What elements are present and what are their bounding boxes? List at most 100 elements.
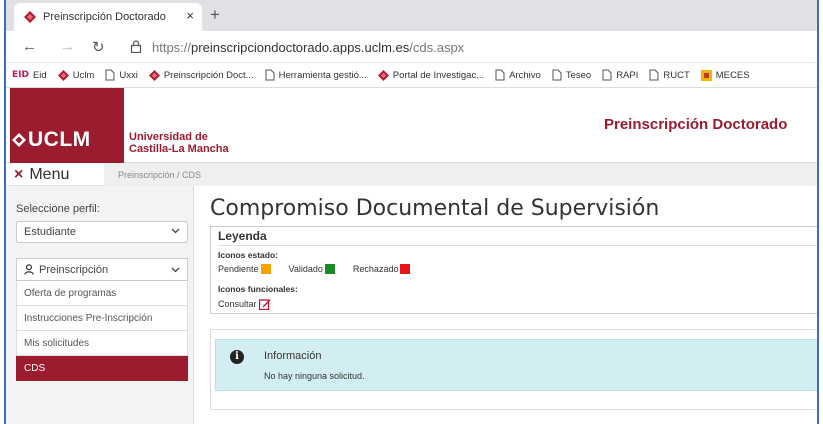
sidebar-item-oferta-programas[interactable]: Oferta de programas — [16, 281, 188, 306]
menu-label: Menu — [29, 165, 70, 183]
estado-pendiente: Pendiente — [218, 264, 271, 274]
edit-icon — [258, 299, 271, 310]
info-panel: i Información No hay ninguna solicitud. — [210, 329, 817, 410]
info-title: Información — [264, 350, 322, 362]
legend-title: Leyenda — [218, 229, 267, 243]
bookmark-rapi[interactable]: RAPI — [602, 69, 638, 81]
logo-text: UCLM — [28, 128, 91, 151]
lock-icon[interactable] — [130, 40, 142, 53]
bookmark-label: Preinscripción Doct... — [163, 69, 254, 81]
estado-label: Rechazado — [352, 264, 399, 274]
new-tab-button[interactable]: + — [210, 5, 220, 25]
estado-label: Pendiente — [218, 264, 259, 274]
bookmark-label: MECES — [715, 69, 750, 81]
bookmark-label: RAPI — [616, 69, 639, 81]
bookmark-ruct[interactable]: RUCT — [649, 69, 690, 81]
site-header: UCLM Universidad de Castilla-La Mancha P… — [6, 88, 817, 163]
site-title: Preinscripción Doctorado — [604, 116, 788, 133]
sidebar-item-label: Instrucciones Pre-Inscripción — [24, 312, 153, 324]
uclm-diamond-icon — [12, 133, 26, 147]
university-name: Universidad de Castilla-La Mancha — [129, 131, 229, 155]
sidebar-item-instrucciones[interactable]: Instrucciones Pre-Inscripción — [16, 306, 188, 331]
sidebar-item-label: CDS — [24, 362, 46, 374]
bookmark-label: Portal de Investigac... — [392, 69, 485, 81]
sidebar-item-label: Oferta de programas — [24, 287, 117, 299]
uclm-diamond-icon — [148, 69, 160, 81]
estado-rechazado: Rechazado — [353, 264, 411, 274]
university-name-line1: Universidad de — [129, 131, 208, 143]
sidebar-item-mis-solicitudes[interactable]: Mis solicitudes — [16, 331, 188, 356]
profile-select-value: Estudiante — [24, 226, 76, 238]
eid-logo: EID — [12, 70, 29, 80]
page-icon — [105, 69, 115, 81]
legend-divider — [218, 245, 817, 246]
chevron-down-icon — [171, 267, 180, 273]
meces-icon — [700, 69, 712, 81]
profile-select[interactable]: Estudiante — [16, 221, 188, 243]
bookmark-label: Uclm — [72, 69, 95, 81]
url-scheme: https:// — [152, 40, 192, 55]
info-alert: i Información No hay ninguna solicitud. — [215, 339, 817, 391]
bookmark-meces[interactable]: MECES — [700, 69, 750, 81]
estado-label: Validado — [288, 264, 323, 274]
bookmark-uxxi[interactable]: Uxxi — [105, 69, 138, 81]
bookmark-label: Teseo — [565, 69, 592, 81]
sidebar: Seleccione perfil: Estudiante Preinscrip… — [6, 186, 194, 424]
browser-window: Preinscripción Doctorado × + ← → ↻ https… — [4, 0, 819, 424]
page-title: Compromiso Documental de Supervisión — [210, 196, 660, 221]
bookmark-eid[interactable]: EID Eid — [12, 70, 47, 81]
tab-strip: Preinscripción Doctorado × + — [6, 0, 817, 31]
estado-validado: Validado — [289, 264, 335, 274]
pending-status-icon — [260, 264, 271, 274]
estado-heading: Iconos estado: — [218, 250, 278, 260]
uclm-diamond-icon — [24, 11, 36, 23]
sidebar-section-label: Preinscripción — [39, 263, 109, 276]
tab-title: Preinscripción Doctorado — [43, 11, 166, 23]
menu-toggle-button[interactable]: × Menu — [14, 163, 69, 186]
rejected-status-icon — [400, 264, 411, 274]
estado-legend-row: Pendiente Validado Rechazado — [218, 264, 428, 274]
url-field[interactable]: https://preinscripciondoctorado.apps.ucl… — [152, 40, 464, 55]
bookmark-archivo[interactable]: Archivo — [495, 69, 541, 81]
bookmark-herramienta[interactable]: Herramienta gestió... — [265, 69, 367, 81]
uclm-diamond-icon — [377, 69, 389, 81]
sidebar-nav-list: Oferta de programas Instrucciones Pre-In… — [16, 281, 188, 381]
address-bar-row: ← → ↻ https://preinscripciondoctorado.ap… — [6, 31, 817, 63]
user-icon — [24, 264, 34, 275]
funcionales-legend-row: Consultar — [218, 298, 271, 310]
chevron-down-icon — [171, 228, 180, 234]
uclm-logo[interactable]: UCLM — [10, 88, 124, 163]
bookmark-portal-investigacion[interactable]: Portal de Investigac... — [377, 69, 485, 81]
page-icon — [552, 69, 562, 81]
forward-arrow-icon[interactable]: → — [60, 38, 75, 55]
menu-row: × Menu Preinscripción / CDS — [6, 163, 817, 186]
page-icon — [602, 69, 612, 81]
consultar-label: Consultar — [218, 299, 257, 309]
funcionales-heading: Iconos funcionales: — [218, 284, 298, 294]
bookmark-preinscripcion[interactable]: Preinscripción Doct... — [148, 69, 254, 81]
bookmark-label: Eid — [32, 69, 47, 81]
reload-icon[interactable]: ↻ — [92, 38, 105, 56]
tab-close-icon[interactable]: × — [186, 8, 194, 23]
validated-status-icon — [324, 264, 335, 274]
bookmark-teseo[interactable]: Teseo — [552, 69, 591, 81]
uclm-diamond-icon — [57, 69, 69, 81]
sidebar-item-cds[interactable]: CDS — [16, 356, 188, 381]
bookmark-label: Uxxi — [119, 69, 138, 81]
page-icon — [265, 69, 275, 81]
bookmark-label: RUCT — [663, 69, 690, 81]
page-icon — [495, 69, 505, 81]
info-message: No hay ninguna solicitud. — [264, 371, 365, 381]
info-icon: i — [230, 350, 244, 364]
profile-label: Seleccione perfil: — [16, 203, 100, 215]
browser-tab[interactable]: Preinscripción Doctorado × — [14, 3, 202, 31]
bookmark-label: Herramienta gestió... — [278, 69, 367, 81]
bookmark-uclm[interactable]: Uclm — [57, 69, 95, 81]
main-content: Compromiso Documental de Supervisión Ley… — [194, 186, 817, 424]
bookmarks-bar: EID Eid Uclm Uxxi Preinscripción Doct...… — [6, 63, 817, 88]
back-arrow-icon[interactable]: ← — [22, 38, 37, 55]
legend-panel: Leyenda Iconos estado: Pendiente Validad… — [210, 226, 817, 314]
university-name-line2: Castilla-La Mancha — [129, 143, 229, 155]
sidebar-section-preinscripcion[interactable]: Preinscripción — [16, 258, 188, 281]
close-icon: × — [14, 165, 24, 183]
